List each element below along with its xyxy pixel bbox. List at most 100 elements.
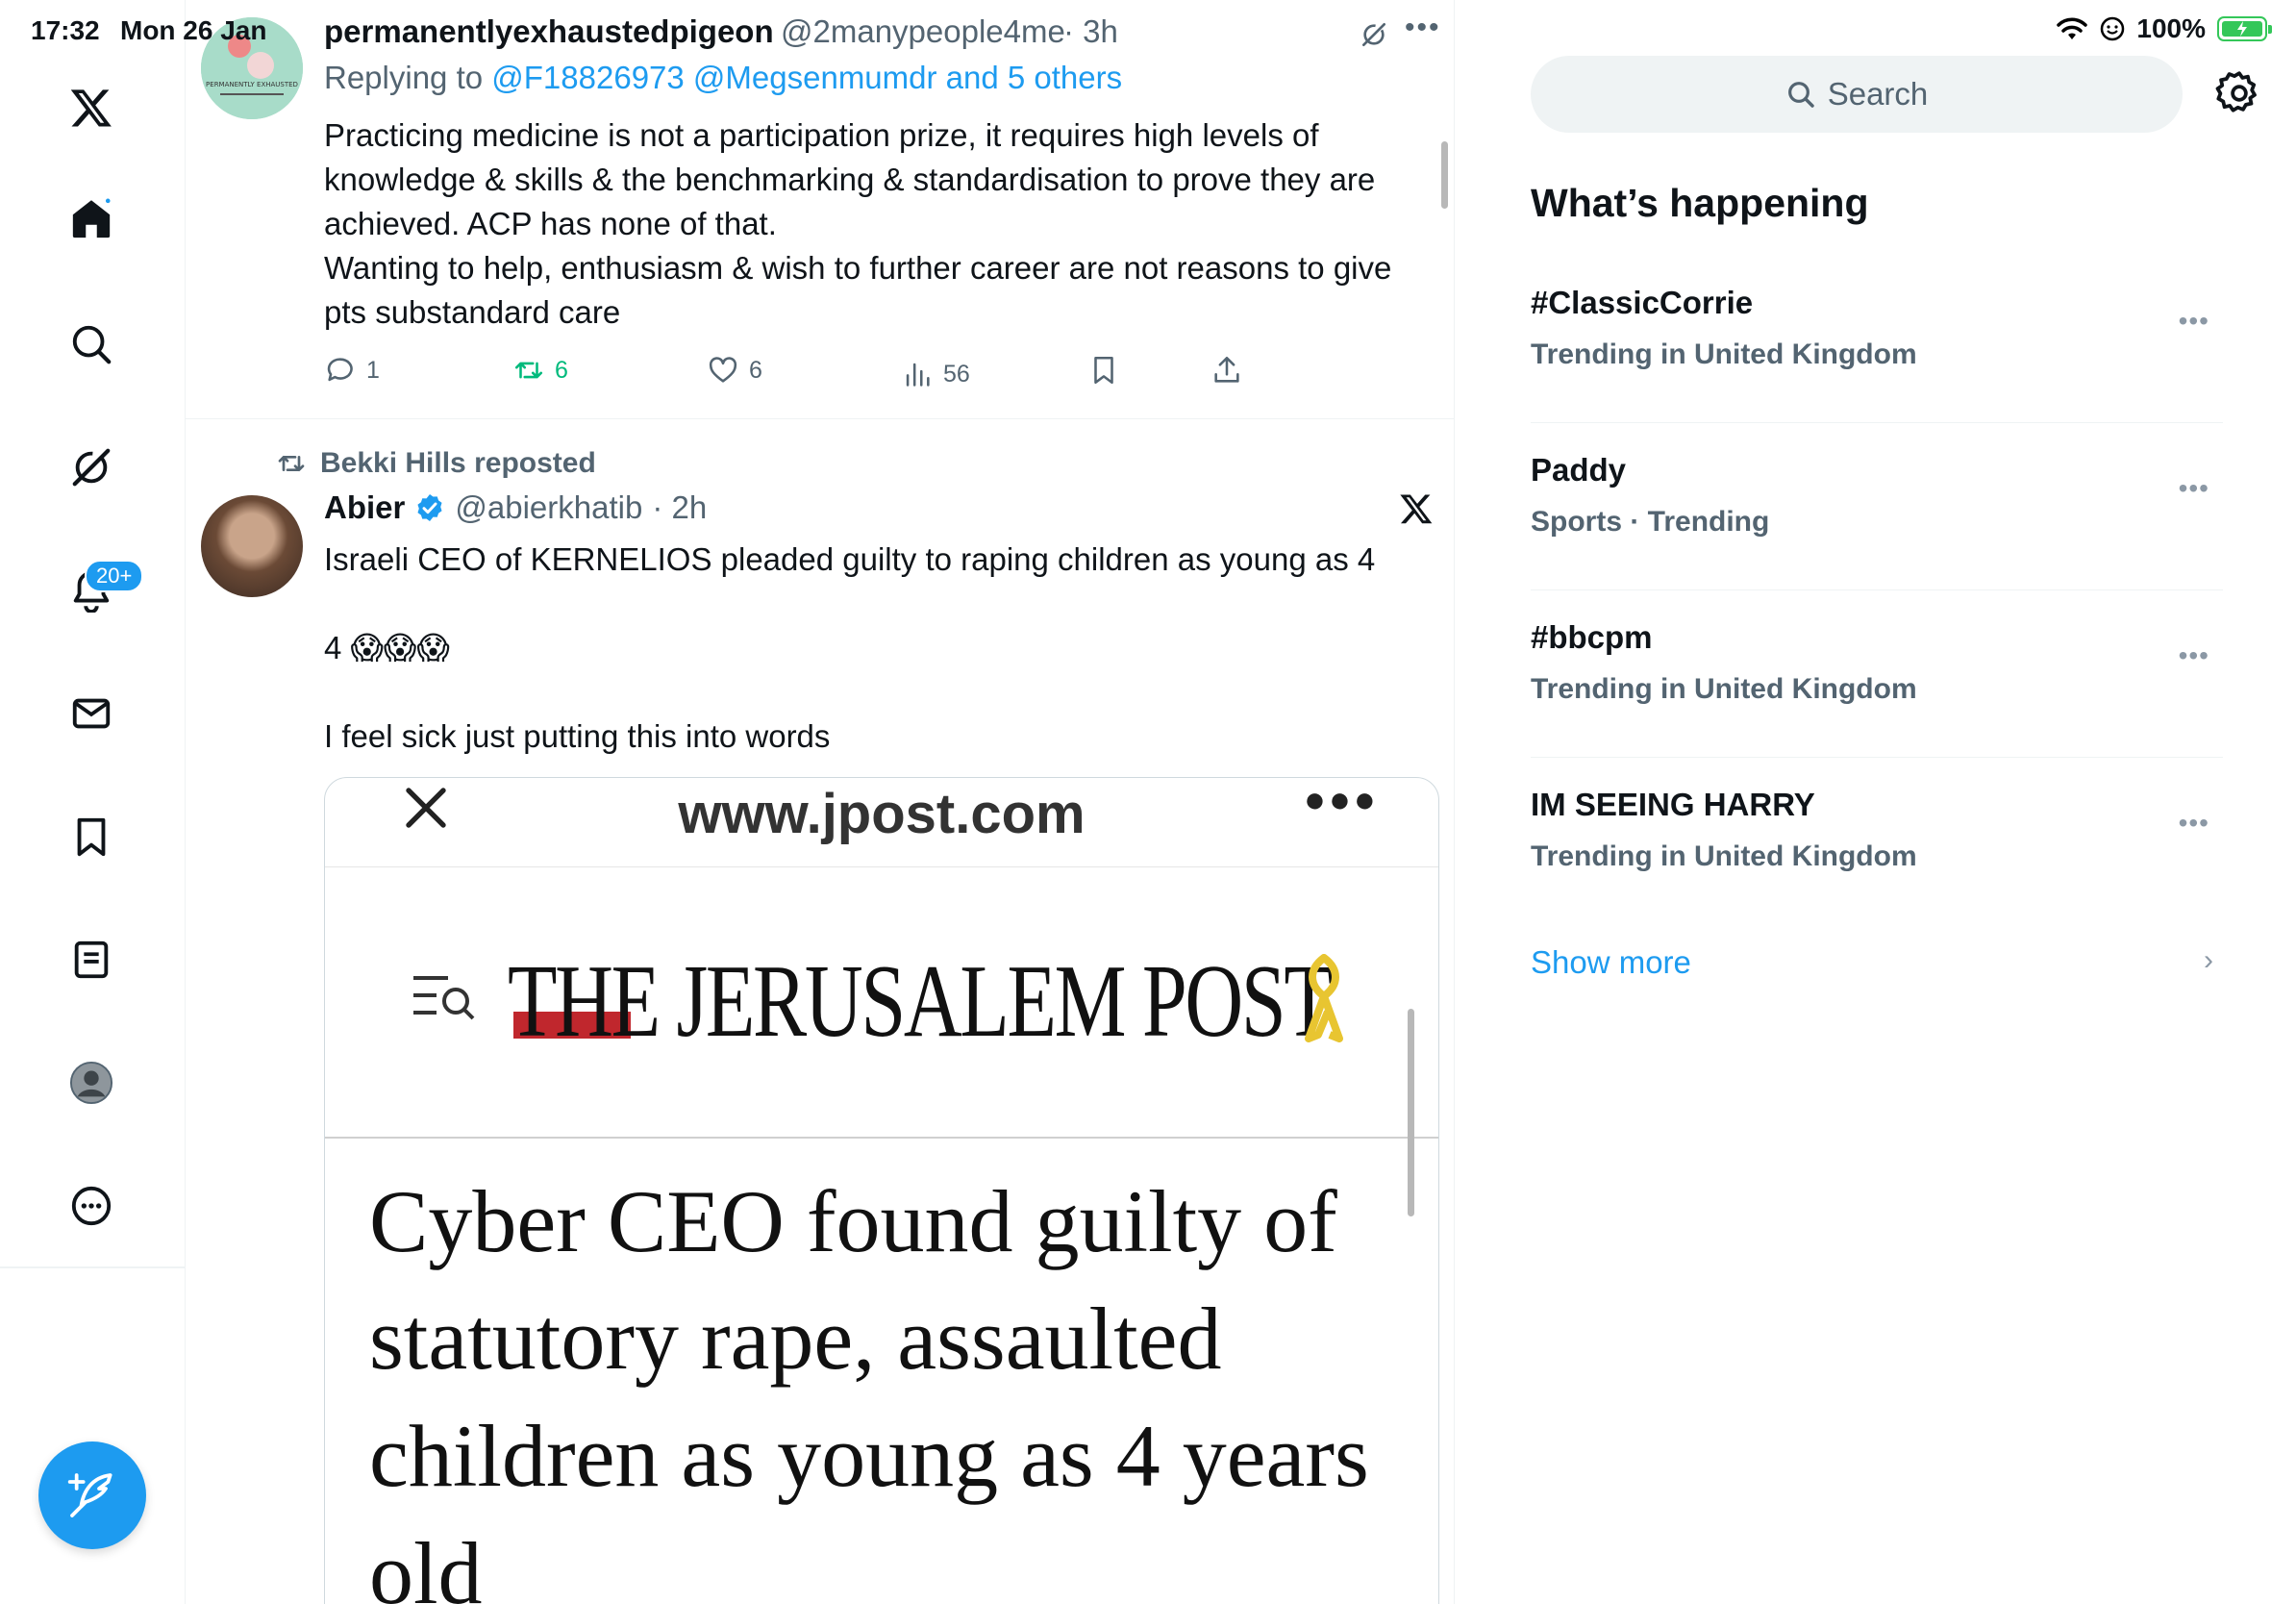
trend-subtitle: Trending in United Kingdom <box>1531 673 1917 705</box>
status-bar: 17:32 Mon 26 Jan 100% <box>0 0 2296 58</box>
tweet-line: Practicing medicine is not a participati… <box>324 117 1319 153</box>
status-right: 100% <box>2056 13 2272 44</box>
tweet-line: 4 😱😱😱 <box>324 630 450 665</box>
tweet-text: Israeli CEO of KERNELIOS pleaded guilty … <box>324 538 1420 759</box>
replying-to: Replying to @F18826973 @Megsenmumdr and … <box>324 60 1122 96</box>
x-logo-icon[interactable] <box>64 81 118 135</box>
repost-count: 6 <box>555 356 568 384</box>
scrollbar[interactable] <box>1408 1009 1414 1216</box>
svg-text:PERMANENTLY EXHAUSTED: PERMANENTLY EXHAUSTED <box>206 81 298 88</box>
share-button[interactable] <box>1210 354 1243 387</box>
battery-icon <box>2217 16 2272 41</box>
more-options-icon[interactable]: ••• <box>2179 808 2209 839</box>
trend-item[interactable]: #ClassicCorrie Trending in United Kingdo… <box>1531 256 2223 423</box>
like-button[interactable]: 6 <box>707 354 762 387</box>
more-options-icon[interactable]: ••• <box>2179 473 2209 504</box>
search-input[interactable]: Search <box>1531 56 2183 133</box>
tweet-text: Practicing medicine is not a participati… <box>324 113 1439 335</box>
reply-button[interactable]: 1 <box>324 354 380 387</box>
site-header: THE JERUSALEM POST <box>325 867 1438 1139</box>
tweet-line: knowledge & skills & the benchmarking & … <box>324 162 1376 197</box>
tweet-time: · 2h <box>652 489 708 525</box>
repost-by[interactable]: Bekki Hills reposted <box>320 447 596 480</box>
bookmarks-icon[interactable] <box>64 810 118 864</box>
search-placeholder: Search <box>1827 76 1929 112</box>
views-icon <box>906 363 930 387</box>
repost-button[interactable]: 6 <box>512 354 568 387</box>
site-logo: THE JERUSALEM POST <box>508 944 1334 1059</box>
reply-icon <box>327 358 353 382</box>
trend-item[interactable]: #bbcpm Trending in United Kingdom ••• <box>1531 590 2223 758</box>
trend-title: #ClassicCorrie <box>1531 285 1754 320</box>
explore-icon[interactable] <box>64 317 118 371</box>
battery-percent: 100% <box>2136 13 2206 43</box>
repost-indicator: Bekki Hills reposted <box>276 447 596 480</box>
author-handle[interactable]: @abierkhatib <box>455 489 642 526</box>
menu-search-icon <box>413 976 475 1020</box>
media-image[interactable]: www.jpost.com ●●● THE JERUSALEM POST Cyb… <box>324 777 1439 1604</box>
search-icon <box>1787 82 1814 108</box>
tweet-line: Wanting to help, enthusiasm & wish to fu… <box>324 250 1392 286</box>
like-count: 6 <box>749 356 762 384</box>
verified-badge-icon <box>417 494 442 521</box>
timeline: PERMANENTLY EXHAUSTED permanentlyexhaust… <box>186 0 1455 1604</box>
section-title: What’s happening <box>1531 181 1869 225</box>
tweet-card[interactable]: Bekki Hills reposted Abier @abierkhatib … <box>186 420 1454 1604</box>
browser-url: www.jpost.com <box>678 783 1086 845</box>
notification-badge: 20+ <box>85 560 144 592</box>
avatar[interactable] <box>201 495 303 597</box>
ribbon-icon <box>1305 954 1343 1042</box>
more-options-icon[interactable]: ••• <box>2179 640 2209 671</box>
tweet-line: achieved. ACP has none of that. <box>324 206 777 241</box>
right-sidebar: Search What’s happening #ClassicCorrie T… <box>1456 0 2296 1604</box>
trend-subtitle: Sports · Trending <box>1531 506 1770 538</box>
replying-links[interactable]: @F18826973 @Megsenmumdr and 5 others <box>491 60 1122 95</box>
trend-item[interactable]: IM SEEING HARRY Trending in United Kingd… <box>1531 758 2223 925</box>
trend-title: IM SEEING HARRY <box>1531 787 1815 822</box>
x-logo-icon[interactable] <box>1399 491 1434 526</box>
trend-subtitle: Trending in United Kingdom <box>1531 338 1917 370</box>
scrollbar[interactable] <box>1441 141 1448 209</box>
more-options-icon[interactable]: ••• <box>2179 306 2209 337</box>
trend-item[interactable]: Paddy Sports · Trending ••• <box>1531 423 2223 590</box>
bookmark-button[interactable] <box>1087 354 1120 387</box>
status-time: 17:32 <box>31 15 100 45</box>
share-icon <box>1214 356 1239 383</box>
lists-icon[interactable] <box>64 933 118 987</box>
trend-title: Paddy <box>1531 452 1627 488</box>
tweet-line: pts substandard care <box>324 294 621 330</box>
browser-bar: www.jpost.com ●●● <box>325 778 1438 867</box>
bookmark-icon <box>1094 356 1113 385</box>
focus-icon <box>2101 16 2125 41</box>
reply-count: 1 <box>366 356 380 384</box>
show-more-link[interactable]: Show more <box>1531 944 1691 981</box>
repost-icon <box>278 456 305 471</box>
chevron-right-icon: › <box>2204 944 2213 976</box>
profile-icon[interactable] <box>64 1056 118 1110</box>
status-date: Mon 26 Jan <box>120 15 267 45</box>
author-line: Abier @abierkhatib · 2h <box>324 489 707 526</box>
left-nav: 20+ <box>0 0 186 1604</box>
compose-icon <box>67 1473 112 1517</box>
nav-divider <box>0 1266 186 1268</box>
more-icon[interactable] <box>64 1179 118 1233</box>
wifi-icon <box>2057 17 2088 39</box>
home-icon[interactable] <box>64 192 118 246</box>
views-count: 56 <box>943 360 970 388</box>
repost-icon <box>514 362 543 379</box>
more-icon: ●●● <box>1304 780 1379 820</box>
grok-icon[interactable] <box>64 440 118 494</box>
tweet-actions: 1 6 6 56 <box>324 354 1439 392</box>
heart-icon <box>709 357 737 383</box>
views-button[interactable]: 56 <box>901 358 970 390</box>
trend-title: #bbcpm <box>1531 619 1653 655</box>
replying-prefix: Replying to <box>324 60 492 95</box>
tweet-card[interactable]: PERMANENTLY EXHAUSTED permanentlyexhaust… <box>186 0 1454 419</box>
author-name[interactable]: Abier <box>324 489 405 526</box>
messages-icon[interactable] <box>64 687 118 740</box>
tweet-line: I feel sick just putting this into words <box>324 718 831 754</box>
tweet-line: Israeli CEO of KERNELIOS pleaded guilty … <box>324 541 1376 577</box>
settings-gear-icon[interactable] <box>2215 69 2263 117</box>
compose-button[interactable] <box>38 1441 146 1549</box>
article-headline: Cyber CEO found guilty of statutory rape… <box>369 1172 1369 1604</box>
